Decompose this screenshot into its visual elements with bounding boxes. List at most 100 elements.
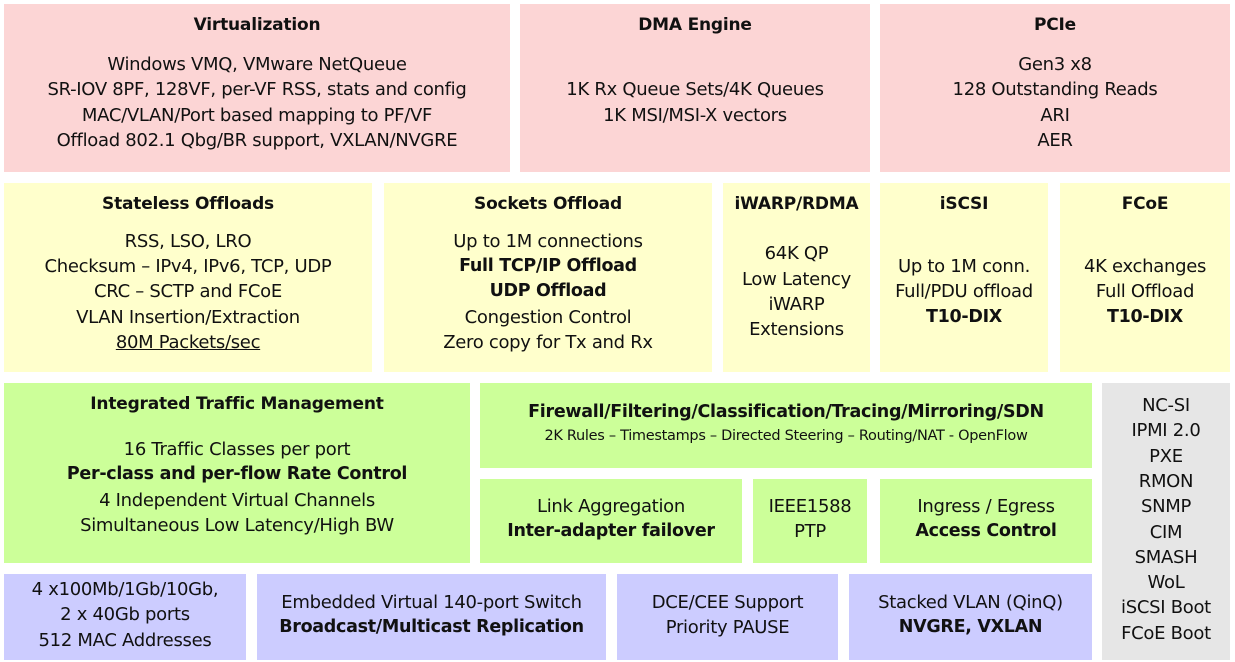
stateless-offloads-block: Stateless Offloads RSS, LSO, LRO Checksum … xyxy=(4,183,372,372)
block-title: FCoE xyxy=(1121,194,1169,214)
feature-line: Zero copy for Tx and Rx xyxy=(443,331,653,353)
feature-line: 1K Rx Queue Sets/4K Queues xyxy=(566,79,824,101)
link-aggregation-block: Link Aggregation Inter-adapter failover xyxy=(480,479,742,563)
block-body: Windows VMQ, VMware NetQueue SR-IOV 8PF, … xyxy=(47,37,466,172)
feature-line: T10-DIX xyxy=(926,306,1002,327)
block-title: DMA Engine xyxy=(638,15,752,35)
iwarp-rdma-block: iWARP/RDMA 64K QP Low Latency iWARP Extensio… xyxy=(723,183,870,372)
feature-line: 2K Rules – Timestamps – Directed Steerin… xyxy=(544,428,1028,445)
block-body: 64K QP Low Latency iWARP Extensions xyxy=(742,216,851,372)
feature-line: Full TCP/IP Offload xyxy=(459,256,637,277)
feature-line: PXE xyxy=(1149,445,1183,467)
feature-line: UDP Offload xyxy=(489,281,607,302)
block-body: 1K Rx Queue Sets/4K Queues 1K MSI/MSI-X v… xyxy=(566,37,824,172)
block-body: NC-SI IPMI 2.0 PXE RMON SNMP CIM SMASH WoL iSCSI… xyxy=(1121,383,1211,660)
virtualization-block: Virtualization Windows VMQ, VMware NetQue… xyxy=(4,4,510,172)
block-body: 16 Traffic Classes per port Per-class and… xyxy=(66,416,408,563)
block-title: Stateless Offloads xyxy=(102,194,274,214)
feature-line: 2 x 40Gb ports xyxy=(60,604,190,626)
block-title: PCIe xyxy=(1034,15,1076,35)
feature-line: Low Latency xyxy=(741,268,851,290)
feature-line: IEEE1588 xyxy=(768,495,852,517)
feature-line: PTP xyxy=(794,521,826,542)
feature-diagram: Virtualization Windows VMQ, VMware NetQue… xyxy=(0,0,1235,662)
feature-line: AER xyxy=(1037,129,1073,151)
ingress-egress-block: Ingress / Egress Access Control xyxy=(880,479,1092,563)
dma-engine-block: DMA Engine 1K Rx Queue Sets/4K Queues 1K M… xyxy=(520,4,870,172)
feature-line: VLAN Insertion/Extraction xyxy=(76,306,300,328)
management-block: NC-SI IPMI 2.0 PXE RMON SNMP CIM SMASH WoL iSCSI… xyxy=(1102,383,1230,660)
feature-line: FCoE Boot xyxy=(1121,622,1211,644)
iscsi-block: iSCSI Up to 1M conn. Full/PDU offload T10-D… xyxy=(880,183,1048,372)
feature-line: MAC/VLAN/Port based mapping to PF/VF xyxy=(81,104,433,126)
block-title: iSCSI xyxy=(939,194,989,214)
feature-line: Full/PDU offload xyxy=(895,281,1033,303)
feature-line: Stacked VLAN (QinQ) xyxy=(878,591,1063,613)
feature-line: iSCSI Boot xyxy=(1121,597,1211,619)
feature-line: Checksum – IPv4, IPv6, TCP, UDP xyxy=(44,256,332,278)
feature-line: Per-class and per-flow Rate Control xyxy=(66,464,408,485)
feature-line: Offload 802.1 Qbg/BR support, VXLAN/NVGR… xyxy=(56,129,458,151)
feature-line: Up to 1M conn. xyxy=(897,256,1031,278)
feature-line: IPMI 2.0 xyxy=(1131,420,1201,442)
feature-line: SMASH xyxy=(1134,546,1198,568)
feature-line: 64K QP xyxy=(764,243,829,265)
feature-line: Priority PAUSE xyxy=(665,617,790,638)
feature-line: Full Offload xyxy=(1095,281,1195,303)
feature-line: NC-SI xyxy=(1142,395,1190,417)
sockets-offload-block: Sockets Offload Up to 1M connections Full … xyxy=(384,183,712,372)
feature-line: T10-DIX xyxy=(1107,306,1183,327)
block-body: Ingress / Egress Access Control xyxy=(915,479,1057,563)
embedded-switch-block: Embedded Virtual 140-port Switch Broadcas… xyxy=(257,574,606,660)
feature-line: Broadcast/Multicast Replication xyxy=(279,617,584,637)
feature-line: Congestion Control xyxy=(464,306,632,328)
feature-line: Extensions xyxy=(749,319,844,341)
ieee1588-block: IEEE1588 PTP xyxy=(753,479,867,563)
feature-line: Simultaneous Low Latency/High BW xyxy=(80,514,394,536)
feature-line: Link Aggregation xyxy=(537,495,685,517)
block-body: Embedded Virtual 140-port Switch Broadcas… xyxy=(279,574,584,660)
feature-line: Up to 1M connections xyxy=(453,230,643,252)
feature-line: WoL xyxy=(1147,572,1185,594)
block-body: Up to 1M conn. Full/PDU offload T10-DIX xyxy=(895,216,1033,372)
feature-line: iWARP xyxy=(768,294,825,315)
stacked-vlan-block: Stacked VLAN (QinQ) NVGRE, VXLAN xyxy=(849,574,1092,660)
feature-line: DCE/CEE Support xyxy=(651,591,804,613)
block-body: Up to 1M connections Full TCP/IP Offload U… xyxy=(443,216,653,372)
block-body: 4K exchanges Full Offload T10-DIX xyxy=(1084,216,1206,372)
feature-line: 4 Independent Virtual Channels xyxy=(99,489,375,511)
firewall-filtering-block: Firewall/Filtering/Classification/Tracin… xyxy=(480,383,1092,468)
dce-cee-block: DCE/CEE Support Priority PAUSE xyxy=(617,574,838,660)
feature-line: Inter-adapter failover xyxy=(507,521,715,541)
block-title: Virtualization xyxy=(193,15,321,35)
feature-line: 16 Traffic Classes per port xyxy=(123,438,351,460)
feature-line: ARI xyxy=(1040,104,1070,126)
block-body: Firewall/Filtering/Classification/Tracin… xyxy=(528,383,1044,468)
feature-line: 80M Packets/sec xyxy=(115,331,261,353)
feature-line: Windows VMQ, VMware NetQueue xyxy=(107,53,407,75)
integrated-traffic-management-block: Integrated Traffic Management 16 Traffic … xyxy=(4,383,470,563)
feature-line: CIM xyxy=(1149,521,1183,543)
block-title: iWARP/RDMA xyxy=(734,194,859,214)
feature-line: NVGRE, VXLAN xyxy=(898,617,1043,637)
block-body: Link Aggregation Inter-adapter failover xyxy=(507,479,715,563)
feature-line: 1K MSI/MSI-X vectors xyxy=(603,104,787,126)
feature-line: 4 x100Mb/1Gb/10Gb, xyxy=(31,579,219,601)
feature-line: 512 MAC Addresses xyxy=(38,629,212,651)
ports-block: 4 x100Mb/1Gb/10Gb, 2 x 40Gb ports 512 MAC … xyxy=(4,574,246,660)
feature-line: RSS, LSO, LRO xyxy=(124,230,252,252)
block-title: Sockets Offload xyxy=(474,194,622,214)
block-body: IEEE1588 PTP xyxy=(769,479,852,563)
feature-line: Access Control xyxy=(915,521,1057,541)
block-body: RSS, LSO, LRO Checksum – IPv4, IPv6, TCP,… xyxy=(45,216,332,372)
block-body: Gen3 x8 128 Outstanding Reads ARI AER xyxy=(953,37,1158,172)
feature-line: RMON xyxy=(1138,470,1194,492)
block-body: DCE/CEE Support Priority PAUSE xyxy=(652,574,804,660)
feature-line: SR-IOV 8PF, 128VF, per-VF RSS, stats and… xyxy=(47,79,467,101)
block-body: 4 x100Mb/1Gb/10Gb, 2 x 40Gb ports 512 MAC … xyxy=(32,574,219,660)
pcie-block: PCIe Gen3 x8 128 Outstanding Reads ARI AER xyxy=(880,4,1230,172)
block-title: Integrated Traffic Management xyxy=(90,394,384,414)
block-body: Stacked VLAN (QinQ) NVGRE, VXLAN xyxy=(878,574,1063,660)
feature-line: Ingress / Egress xyxy=(917,495,1055,517)
feature-line: SNMP xyxy=(1140,496,1192,518)
